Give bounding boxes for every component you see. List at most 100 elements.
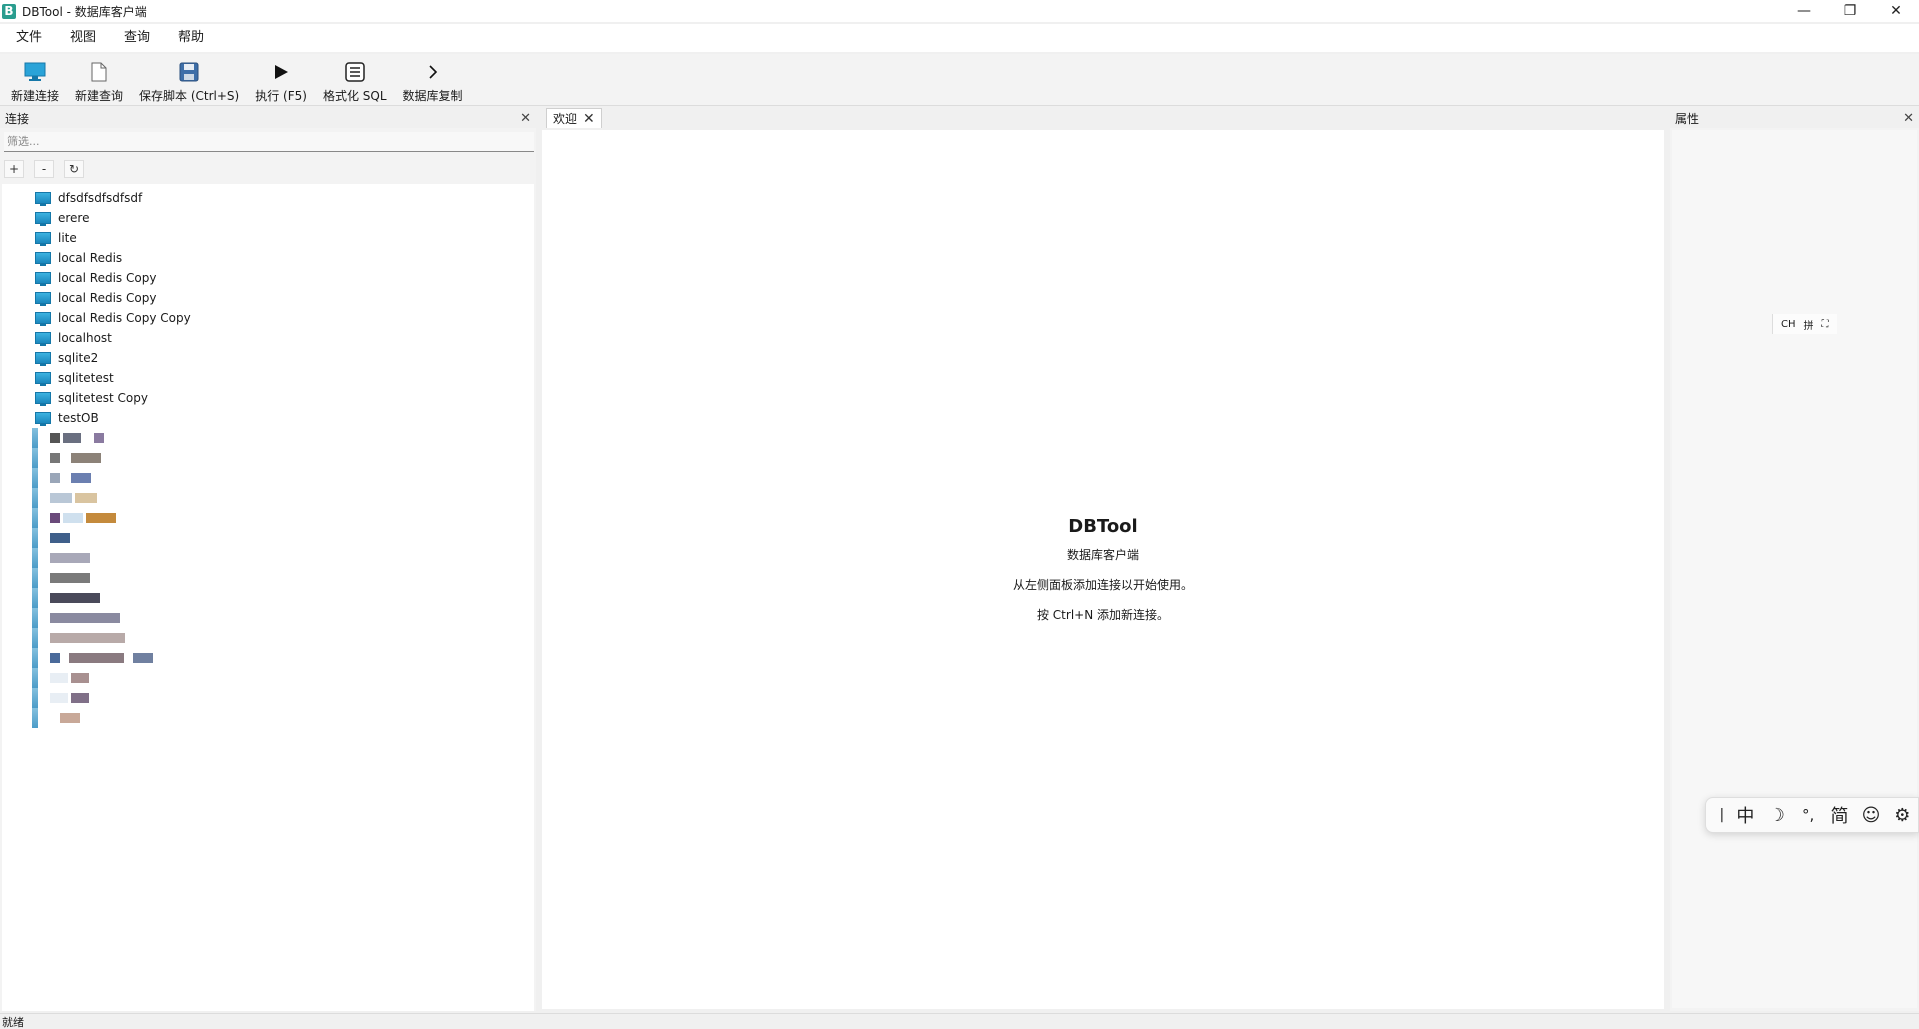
tree-guide bbox=[32, 508, 38, 528]
tab-welcome[interactable]: 欢迎 ✕ bbox=[546, 108, 602, 128]
tree-item-label: erere bbox=[58, 211, 90, 225]
menu-query[interactable]: 查询 bbox=[114, 26, 160, 50]
ime-drag-handle[interactable]: | bbox=[1714, 801, 1730, 829]
tree-item-label: dfsdfsdfsdfsdf bbox=[58, 191, 143, 205]
tree-item[interactable]: sqlitetest Copy bbox=[2, 388, 534, 408]
moon-icon[interactable]: ☽ bbox=[1761, 801, 1792, 829]
obscured-tree-item[interactable] bbox=[2, 628, 534, 648]
ime-language-indicator[interactable]: CH bbox=[1781, 319, 1796, 330]
database-icon bbox=[35, 372, 51, 386]
obscured-block bbox=[50, 553, 90, 563]
obscured-tree-item[interactable] bbox=[2, 448, 534, 468]
tree-item[interactable]: lite bbox=[2, 228, 534, 248]
properties-panel-header: 属性 ✕ bbox=[1670, 108, 1919, 128]
ime-expand-icon[interactable]: ⛶ bbox=[1822, 319, 1829, 330]
connections-panel-close-icon[interactable]: ✕ bbox=[520, 111, 531, 126]
obscured-block bbox=[50, 453, 60, 463]
obscured-tree-item[interactable] bbox=[2, 588, 534, 608]
welcome-title: DBTool bbox=[1068, 516, 1138, 537]
database-icon bbox=[35, 272, 51, 286]
tree-item[interactable]: sqlitetest bbox=[2, 368, 534, 388]
obscured-tree-item[interactable] bbox=[2, 468, 534, 488]
database-copy-button[interactable]: 数据库复制 bbox=[398, 54, 468, 104]
refresh-button[interactable]: ↻ bbox=[64, 160, 84, 178]
obscured-block bbox=[50, 673, 68, 683]
tree-item[interactable]: local Redis bbox=[2, 248, 534, 268]
filter-input[interactable] bbox=[4, 132, 534, 152]
status-bar: 就绪 bbox=[0, 1013, 1919, 1029]
maximize-button[interactable]: ❐ bbox=[1827, 0, 1873, 22]
tree-item[interactable]: dfsdfsdfsdfsdf bbox=[2, 188, 534, 208]
connections-panel-title: 连接 bbox=[5, 111, 30, 126]
database-icon bbox=[35, 392, 51, 406]
tree-item[interactable]: testOB bbox=[2, 408, 534, 428]
obscured-block bbox=[71, 473, 91, 483]
tree-item-label: sqlitetest bbox=[58, 371, 114, 385]
tree-item[interactable]: local Redis Copy Copy bbox=[2, 308, 534, 328]
document-icon bbox=[86, 60, 112, 84]
new-query-label: 新建查询 bbox=[75, 89, 124, 103]
toolbar: 新建连接 新建查询 保存脚本 (Ctrl+S) 执行 (F5) 格式化 SQL … bbox=[0, 54, 1919, 106]
new-query-button[interactable]: 新建查询 bbox=[70, 54, 128, 104]
obscured-block bbox=[60, 713, 80, 723]
obscured-block bbox=[50, 693, 68, 703]
window-title: DBTool - 数据库客户端 bbox=[22, 4, 147, 19]
properties-panel: 属性 ✕ bbox=[1670, 108, 1919, 1011]
tree-item-label: testOB bbox=[58, 411, 99, 425]
tree-guide bbox=[32, 548, 38, 568]
menu-file[interactable]: 文件 bbox=[6, 26, 52, 50]
play-icon bbox=[268, 60, 294, 84]
obscured-tree-item[interactable] bbox=[2, 688, 534, 708]
ime-pinyin-icon[interactable]: 拼 bbox=[1804, 317, 1814, 332]
obscured-block bbox=[71, 453, 101, 463]
obscured-tree-item[interactable] bbox=[2, 528, 534, 548]
tree-item[interactable]: localhost bbox=[2, 328, 534, 348]
obscured-tree-item[interactable] bbox=[2, 428, 534, 448]
obscured-block bbox=[50, 613, 120, 623]
tree-item[interactable]: sqlite2 bbox=[2, 348, 534, 368]
menu-view[interactable]: 视图 bbox=[60, 26, 106, 50]
ime-chinese-mode-button[interactable]: 中 bbox=[1730, 801, 1761, 829]
database-icon bbox=[35, 292, 51, 306]
obscured-block bbox=[50, 573, 90, 583]
menu-help[interactable]: 帮助 bbox=[168, 26, 214, 50]
properties-panel-title: 属性 bbox=[1675, 111, 1700, 126]
obscured-tree-item[interactable] bbox=[2, 708, 534, 728]
obscured-block bbox=[50, 653, 60, 663]
gear-icon[interactable]: ⚙ bbox=[1887, 801, 1918, 829]
obscured-tree-item[interactable] bbox=[2, 608, 534, 628]
database-icon bbox=[35, 252, 51, 266]
obscured-tree-item[interactable] bbox=[2, 488, 534, 508]
obscured-tree-item[interactable] bbox=[2, 648, 534, 668]
execute-label: 执行 (F5) bbox=[255, 89, 307, 103]
obscured-tree-item[interactable] bbox=[2, 508, 534, 528]
ime-simplified-button[interactable]: 简 bbox=[1824, 801, 1855, 829]
obscured-block bbox=[50, 633, 125, 643]
obscured-block bbox=[50, 473, 60, 483]
obscured-tree-item[interactable] bbox=[2, 668, 534, 688]
obscured-tree-item[interactable] bbox=[2, 548, 534, 568]
tree-item[interactable]: local Redis Copy bbox=[2, 268, 534, 288]
obscured-block bbox=[50, 593, 100, 603]
remove-connection-button[interactable]: - bbox=[34, 160, 54, 178]
obscured-block bbox=[50, 433, 60, 443]
minimize-button[interactable]: — bbox=[1781, 0, 1827, 22]
tab-label: 欢迎 bbox=[553, 112, 578, 126]
close-button[interactable]: ✕ bbox=[1873, 0, 1919, 22]
new-connection-button[interactable]: 新建连接 bbox=[6, 54, 64, 104]
save-script-button[interactable]: 保存脚本 (Ctrl+S) bbox=[134, 54, 244, 104]
emoji-icon[interactable]: ☺ bbox=[1855, 801, 1886, 829]
tree-item[interactable]: local Redis Copy bbox=[2, 288, 534, 308]
obscured-block bbox=[75, 493, 97, 503]
tree-item[interactable]: erere bbox=[2, 208, 534, 228]
format-sql-button[interactable]: 格式化 SQL bbox=[318, 54, 392, 104]
tab-close-icon[interactable]: ✕ bbox=[583, 111, 595, 127]
obscured-block bbox=[50, 493, 72, 503]
obscured-tree-item[interactable] bbox=[2, 568, 534, 588]
add-connection-button[interactable]: + bbox=[4, 160, 24, 178]
tree-guide bbox=[32, 488, 38, 508]
properties-panel-close-icon[interactable]: ✕ bbox=[1903, 111, 1914, 126]
properties-content bbox=[1672, 130, 1917, 1008]
punctuation-icon[interactable]: °, bbox=[1792, 801, 1823, 829]
execute-button[interactable]: 执行 (F5) bbox=[250, 54, 312, 104]
